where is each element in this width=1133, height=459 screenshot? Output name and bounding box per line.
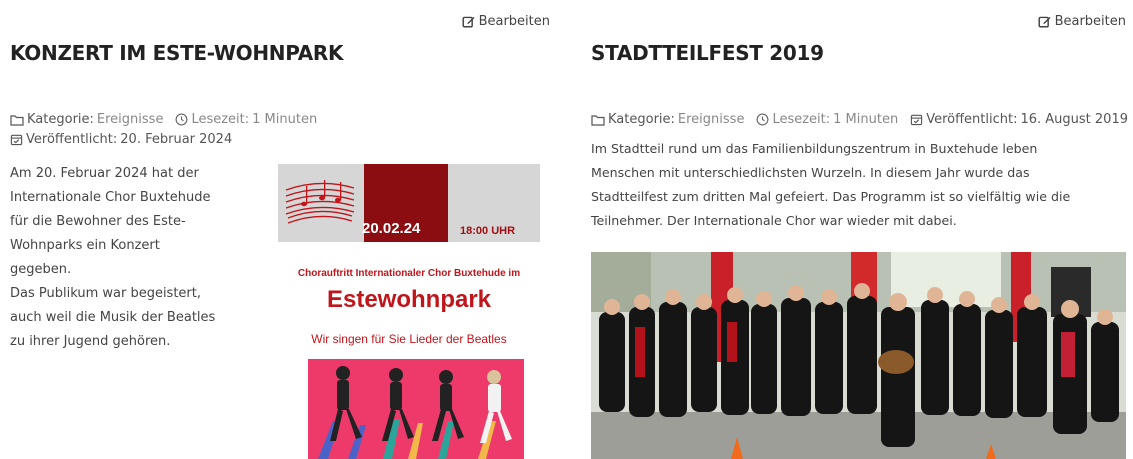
choir-performance-photo <box>591 252 1126 459</box>
clock-icon <box>756 113 769 126</box>
body-line: Stadtteilfest zum dritten Mal gefeiert. … <box>591 189 1071 204</box>
clock-icon <box>175 113 188 126</box>
calendar-check-icon <box>10 133 23 146</box>
category-link[interactable]: Ereignisse <box>678 112 745 127</box>
edit-label[interactable]: Bearbeiten <box>1055 14 1126 29</box>
meta-category: Kategorie: Ereignisse <box>10 112 163 127</box>
category-link[interactable]: Ereignisse <box>97 112 164 127</box>
published-value: 20. Februar 2024 <box>120 132 233 147</box>
category-label: Kategorie: <box>608 112 675 127</box>
reading-label: Lesezeit: <box>772 112 831 127</box>
folder-icon <box>591 114 605 126</box>
meta-reading-time: Lesezeit: 1 Minuten <box>175 112 317 127</box>
category-label: Kategorie: <box>27 112 94 127</box>
reading-value: 1 Minuten <box>252 112 318 127</box>
article-title[interactable]: STADTTEILFEST 2019 <box>591 41 824 65</box>
meta-published: Veröffentlicht: 16. August 2019 <box>910 112 1128 127</box>
published-label: Veröffentlicht: <box>26 132 118 147</box>
folder-icon <box>10 114 24 126</box>
body-line: Im Stadtteil rund um das Familienbildung… <box>591 141 1038 156</box>
meta-published: Veröffentlicht: 20. Februar 2024 <box>10 132 232 147</box>
pencil-square-icon <box>1038 15 1051 28</box>
body-line: auch weil die Musik der Beatles <box>10 310 216 325</box>
meta-category: Kategorie: Ereignisse <box>591 112 744 127</box>
article-konzert: Bearbeiten KONZERT IM ESTE-WOHNPARK Kate… <box>10 0 550 459</box>
meta-reading-time: Lesezeit: 1 Minuten <box>756 112 898 127</box>
beatles-crossing-illustration <box>308 359 524 459</box>
edit-link[interactable]: Bearbeiten <box>1038 14 1126 29</box>
article-body: Im Stadtteil rund um das Familienbildung… <box>591 137 1131 233</box>
body-line: für die Bewohner des Este- <box>10 214 186 229</box>
article-meta: Kategorie: Ereignisse Lesezeit: 1 Minute… <box>10 112 340 147</box>
article-body: Am 20. Februar 2024 hat der Internationa… <box>10 162 260 354</box>
poster-subtitle: Chorauftritt Internationaler Chor Buxteh… <box>297 268 521 279</box>
reading-value: 1 Minuten <box>833 112 899 127</box>
body-line: Wohnparks ein Konzert <box>10 238 160 253</box>
poster-time: 18:00 UHR <box>460 225 516 237</box>
edit-label[interactable]: Bearbeiten <box>479 14 550 29</box>
calendar-check-icon <box>910 113 923 126</box>
published-value: 16. August 2019 <box>1020 112 1128 127</box>
body-line: gegeben. <box>10 262 72 277</box>
reading-label: Lesezeit: <box>191 112 250 127</box>
pencil-square-icon <box>462 15 475 28</box>
article-stadtteilfest: Bearbeiten STADTTEILFEST 2019 Kategorie:… <box>591 0 1128 459</box>
body-line: Teilnehmer. Der Internationale Chor war … <box>591 213 957 228</box>
body-line: zu ihrer Jugend gehören. <box>10 334 171 349</box>
poster-tagline: Wir singen für Sie Lieder der Beatles <box>311 332 507 346</box>
music-notes-graphic <box>285 180 355 224</box>
poster-date: 20.02.24 <box>362 220 421 237</box>
body-line: Das Publikum war begeistert, <box>10 286 202 301</box>
body-line: Menschen mit unterschiedlichsten Wurzeln… <box>591 165 1030 180</box>
body-line: Am 20. Februar 2024 hat der <box>10 166 199 181</box>
article-title[interactable]: KONZERT IM ESTE-WOHNPARK <box>10 41 344 65</box>
poster-heading: Estewohnpark <box>326 286 492 313</box>
body-line: Internationale Chor Buxtehude <box>10 190 211 205</box>
concert-poster-image: 20.02.24 18:00 UHR Chorauftritt Internat… <box>278 164 540 459</box>
published-label: Veröffentlicht: <box>926 112 1018 127</box>
edit-link[interactable]: Bearbeiten <box>462 14 550 29</box>
article-meta: Kategorie: Ereignisse Lesezeit: 1 Minute… <box>591 112 1131 127</box>
